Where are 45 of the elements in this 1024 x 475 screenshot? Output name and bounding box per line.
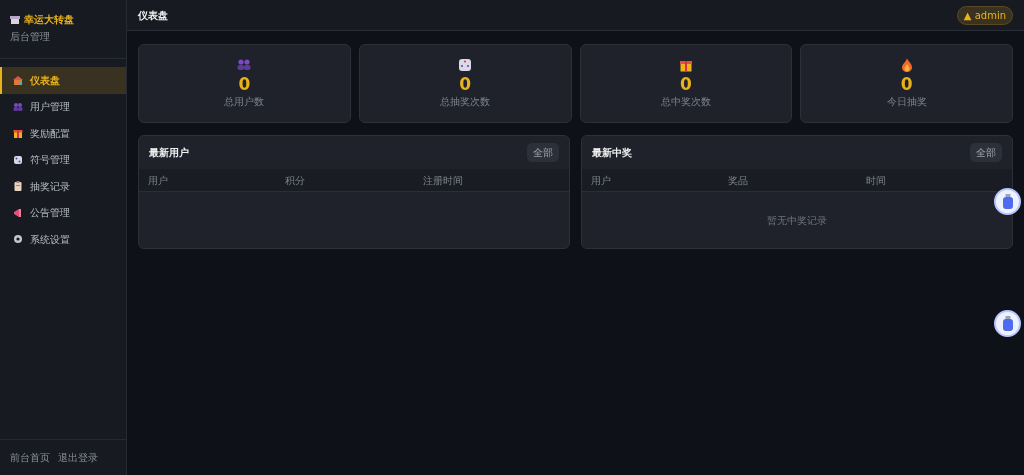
dice-icon bbox=[458, 58, 473, 73]
gift-icon bbox=[13, 128, 23, 139]
column-header: 用户 bbox=[148, 173, 169, 188]
stat-label: 今日抽奖 bbox=[886, 94, 927, 109]
panel-title: 最新用户 bbox=[149, 146, 189, 160]
clipboard-icon bbox=[13, 181, 23, 192]
bottle-icon bbox=[1002, 316, 1013, 331]
column-header: 时间 bbox=[865, 173, 887, 188]
column-header: 奖品 bbox=[728, 173, 750, 188]
stat-value: 0 bbox=[900, 75, 913, 94]
people-icon bbox=[237, 58, 252, 73]
sidebar-item[interactable]: 用户管理 bbox=[0, 93, 126, 120]
view-all-button[interactable]: 全部 bbox=[970, 143, 1002, 162]
gift-box-icon bbox=[10, 15, 20, 24]
stat-label: 总用户数 bbox=[224, 94, 265, 109]
column-header: 注册时间 bbox=[422, 173, 464, 188]
footer-link[interactable]: 退出登录 bbox=[58, 450, 98, 465]
panel-title: 最新中奖 bbox=[592, 146, 632, 160]
empty-message: 暂无中奖记录 bbox=[766, 214, 828, 228]
bottle-icon bbox=[1002, 194, 1013, 209]
view-all-button[interactable]: 全部 bbox=[527, 143, 559, 162]
dice-icon bbox=[13, 154, 23, 165]
sidebar-item[interactable]: 系统设置 bbox=[0, 226, 126, 253]
stat-label: 总中奖次数 bbox=[660, 94, 711, 109]
sidebar-item[interactable]: 奖励配置 bbox=[0, 120, 126, 147]
gift-icon bbox=[678, 58, 693, 73]
stat-label: 总抽奖次数 bbox=[440, 94, 491, 109]
footer-link[interactable]: 前台首页 bbox=[10, 450, 50, 465]
people-icon bbox=[13, 101, 23, 112]
page-title: 仪表盘 bbox=[138, 8, 168, 23]
column-header: 用户 bbox=[591, 173, 612, 188]
column-header: 积分 bbox=[285, 173, 307, 188]
sidebar-item[interactable]: 抽奖记录 bbox=[0, 173, 126, 200]
brand-title: 幸运大转盘 bbox=[24, 13, 74, 27]
user-badge[interactable]: ▲ admin bbox=[956, 5, 1013, 25]
stat-value: 0 bbox=[679, 75, 692, 94]
sidebar-item[interactable]: 公告管理 bbox=[0, 199, 126, 226]
floating-bottle-button[interactable] bbox=[994, 310, 1021, 337]
sidebar-item[interactable]: 仪表盘 bbox=[0, 67, 126, 94]
flame-icon bbox=[899, 58, 914, 73]
stat-value: 0 bbox=[459, 75, 472, 94]
stat-value: 0 bbox=[238, 75, 251, 94]
sidebar-item[interactable]: 符号管理 bbox=[0, 146, 126, 173]
house-icon bbox=[13, 75, 23, 86]
brand-subtitle: 后台管理 bbox=[10, 30, 51, 44]
